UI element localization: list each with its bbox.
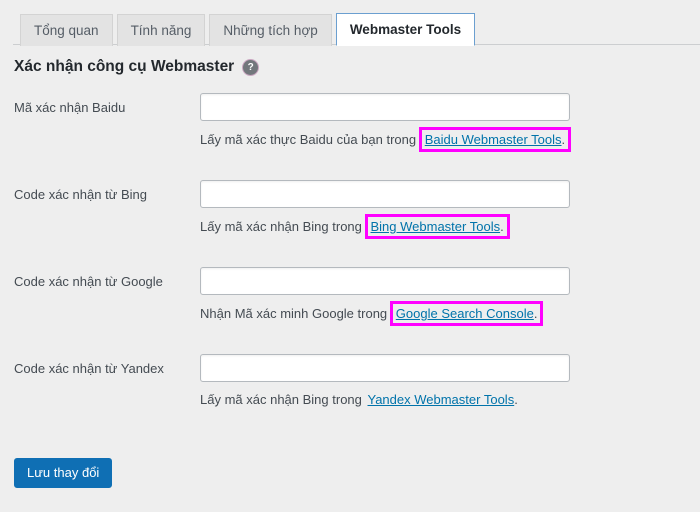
section-heading: Xác nhận công cụ Webmaster ?	[14, 58, 259, 76]
help-circle-icon[interactable]: ?	[243, 59, 259, 75]
tab-list: Tổng quan Tính năng Những tích hợp Webma…	[20, 13, 476, 46]
tab-webmaster-tools[interactable]: Webmaster Tools	[335, 13, 476, 46]
tab-tong-quan[interactable]: Tổng quan	[20, 14, 113, 46]
tab-label: Những tích hợp	[223, 22, 318, 38]
tab-nhung-tich-hop[interactable]: Những tích hợp	[209, 14, 332, 46]
tab-tinh-nang[interactable]: Tính năng	[116, 14, 206, 46]
link-wrap-yandex: Yandex Webmaster Tools.	[366, 391, 520, 408]
google-verification-input[interactable]	[200, 267, 570, 295]
bing-verification-input[interactable]	[200, 180, 570, 208]
highlight-box-google: Google Search Console.	[389, 301, 544, 326]
description-period: .	[533, 306, 538, 321]
description-period: .	[500, 219, 504, 234]
field-row-google: Code xác nhận từ Google Nhận Mã xác minh…	[0, 260, 700, 347]
yandex-webmaster-tools-link[interactable]: Yandex Webmaster Tools	[368, 392, 515, 407]
highlight-box-bing: Bing Webmaster Tools.	[364, 214, 510, 239]
highlight-box-baidu: Baidu Webmaster Tools.	[418, 127, 572, 152]
field-description-yandex: Lấy mã xác nhận Bing trong Yandex Webmas…	[200, 391, 520, 408]
field-row-bing: Code xác nhận từ Bing Lấy mã xác nhận Bi…	[0, 173, 700, 260]
tab-label: Webmaster Tools	[349, 21, 462, 37]
field-description-text: Lấy mã xác thực Baidu của bạn trong	[200, 132, 420, 147]
bing-webmaster-tools-link[interactable]: Bing Webmaster Tools	[371, 219, 501, 234]
baidu-verification-input[interactable]	[200, 93, 570, 121]
field-row-yandex: Code xác nhận từ Yandex Lấy mã xác nhận …	[0, 347, 700, 434]
field-description-google: Nhận Mã xác minh Google trong Google Sea…	[200, 301, 544, 326]
field-description-baidu: Lấy mã xác thực Baidu của bạn trong Baid…	[200, 127, 572, 152]
field-label-google: Code xác nhận từ Google	[14, 274, 163, 289]
description-period: .	[514, 392, 518, 407]
baidu-webmaster-tools-link[interactable]: Baidu Webmaster Tools	[425, 132, 562, 147]
description-period: .	[561, 132, 566, 147]
tab-label: Tổng quan	[34, 22, 99, 38]
field-description-text: Nhận Mã xác minh Google trong	[200, 306, 391, 321]
tab-label: Tính năng	[130, 22, 192, 38]
field-description-text: Lấy mã xác nhận Bing trong	[200, 219, 366, 234]
save-changes-button[interactable]: Lưu thay đổi	[14, 458, 113, 488]
field-row-baidu: Mã xác nhận Baidu Lấy mã xác thực Baidu …	[0, 86, 700, 173]
google-search-console-link[interactable]: Google Search Console	[396, 306, 534, 321]
webmaster-verification-form: Mã xác nhận Baidu Lấy mã xác thực Baidu …	[0, 86, 700, 434]
page-title: Xác nhận công cụ Webmaster	[14, 58, 235, 75]
field-description-bing: Lấy mã xác nhận Bing trong Bing Webmaste…	[200, 214, 510, 239]
field-description-text: Lấy mã xác nhận Bing trong	[200, 392, 366, 407]
yandex-verification-input[interactable]	[200, 354, 570, 382]
tab-bar: Tổng quan Tính năng Những tích hợp Webma…	[0, 0, 700, 46]
field-label-bing: Code xác nhận từ Bing	[14, 187, 148, 202]
field-label-yandex: Code xác nhận từ Yandex	[14, 361, 164, 376]
submit-row: Lưu thay đổi	[14, 458, 113, 488]
field-label-baidu: Mã xác nhận Baidu	[14, 100, 126, 115]
